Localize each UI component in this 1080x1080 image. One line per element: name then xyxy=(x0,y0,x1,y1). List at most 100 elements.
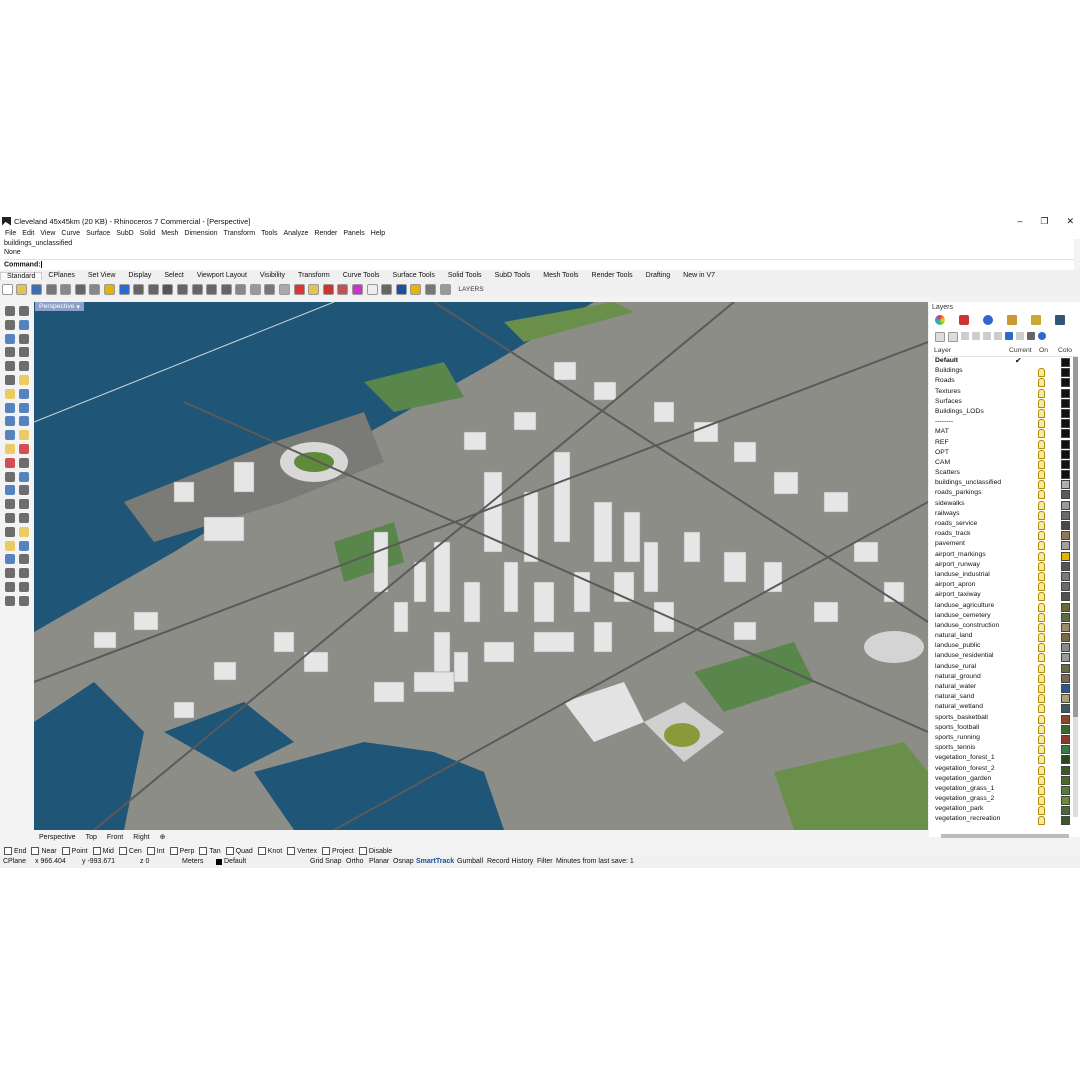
layer-color-swatch[interactable] xyxy=(1061,806,1070,816)
left-tool-icon[interactable] xyxy=(19,499,29,510)
layer-row[interactable]: OPT xyxy=(929,449,1080,459)
status-grid-snap[interactable]: Grid Snap xyxy=(310,858,342,865)
add-viewport-tab-icon[interactable]: ⊕ xyxy=(160,833,166,841)
layer-color-swatch[interactable] xyxy=(1061,449,1070,459)
osnap-int[interactable]: Int xyxy=(146,847,165,855)
layer-row[interactable]: airport_taxiway xyxy=(929,591,1080,602)
layer-row[interactable]: landuse_agriculture xyxy=(929,602,1080,612)
layer-color-swatch[interactable] xyxy=(1061,612,1070,622)
layer-on-lightbulb-icon[interactable] xyxy=(1038,378,1045,388)
layer-color-swatch[interactable] xyxy=(1061,592,1070,602)
delete-layer-icon[interactable] xyxy=(961,332,969,340)
menu-surface[interactable]: Surface xyxy=(86,230,110,237)
paste-icon[interactable] xyxy=(103,283,115,295)
layer-row[interactable]: sidewalks xyxy=(929,500,1080,510)
osnap-checkbox[interactable] xyxy=(31,847,40,855)
filter-icon[interactable] xyxy=(1005,332,1013,340)
menu-view[interactable]: View xyxy=(40,230,55,237)
layer-on-lightbulb-icon[interactable] xyxy=(1038,531,1045,541)
viewport-tab-perspective[interactable]: Perspective xyxy=(39,834,76,841)
layer-color-swatch[interactable] xyxy=(1061,775,1070,785)
osnap-knot[interactable]: Knot xyxy=(257,847,282,855)
osnap-icon[interactable] xyxy=(439,283,451,295)
menu-panels[interactable]: Panels xyxy=(343,230,364,237)
render-tab-icon[interactable] xyxy=(983,315,993,325)
viewport-tab-front[interactable]: Front xyxy=(107,834,123,841)
layer-color-swatch[interactable] xyxy=(1061,419,1070,429)
osnap-disable[interactable]: Disable xyxy=(358,847,392,855)
tab-render-tools[interactable]: Render Tools xyxy=(586,272,640,279)
layer-row[interactable]: Default ✔ xyxy=(929,356,1080,367)
layer-on-lightbulb-icon[interactable] xyxy=(1038,582,1045,592)
layer-row[interactable]: landuse_industrial xyxy=(929,571,1080,581)
layer-on-lightbulb-icon[interactable] xyxy=(1038,521,1045,530)
left-tool-icon[interactable] xyxy=(19,319,29,330)
print-icon[interactable] xyxy=(45,283,57,295)
layer-row[interactable]: roads_service xyxy=(929,520,1080,530)
perspective-viewport[interactable] xyxy=(34,302,928,830)
osnap-checkbox[interactable] xyxy=(322,847,331,855)
tab-solid-tools[interactable]: Solid Tools xyxy=(442,272,489,279)
menu-analyze[interactable]: Analyze xyxy=(283,230,308,237)
left-tool-icon[interactable] xyxy=(19,402,29,413)
left-tool-icon[interactable] xyxy=(19,582,29,592)
status-planar[interactable]: Planar xyxy=(369,858,389,865)
left-tool-icon[interactable] xyxy=(19,375,29,385)
layer-on-lightbulb-icon[interactable] xyxy=(1038,775,1045,785)
left-tool-icon[interactable] xyxy=(5,457,15,468)
layer-color-swatch[interactable] xyxy=(1061,398,1070,408)
layer-color-swatch[interactable] xyxy=(1061,694,1070,704)
menu-render[interactable]: Render xyxy=(314,230,337,237)
osnap-checkbox[interactable] xyxy=(61,847,70,855)
left-tool-icon[interactable] xyxy=(19,333,29,344)
layer-on-lightbulb-icon[interactable] xyxy=(1038,419,1045,429)
left-tool-icon[interactable] xyxy=(5,306,15,316)
layer-color-swatch[interactable] xyxy=(1061,796,1070,806)
layer-row[interactable]: airport_markings xyxy=(929,551,1080,561)
new-layer-icon[interactable] xyxy=(935,332,945,342)
left-tool-icon[interactable] xyxy=(19,361,29,372)
left-tool-icon[interactable] xyxy=(19,306,29,316)
layer-row[interactable]: vegetation_garden xyxy=(929,775,1080,785)
left-tool-icon[interactable] xyxy=(5,471,15,482)
left-tool-icon[interactable] xyxy=(5,499,15,510)
layer-row[interactable]: landuse_cemetery xyxy=(929,612,1080,622)
tab-viewport-layout[interactable]: Viewport Layout xyxy=(191,272,254,279)
layer-row[interactable]: vegetation_park xyxy=(929,805,1080,816)
menu-edit[interactable]: Edit xyxy=(22,230,34,237)
layer-color-swatch[interactable] xyxy=(1061,673,1070,683)
layer-color-swatch[interactable] xyxy=(1061,734,1070,744)
left-tool-icon[interactable] xyxy=(5,333,15,344)
osnap-mid[interactable]: Mid xyxy=(92,847,114,855)
layer-color-swatch[interactable] xyxy=(1061,765,1070,775)
rotate-icon[interactable] xyxy=(147,283,159,295)
menu-file[interactable]: File xyxy=(5,230,16,237)
pan-icon[interactable] xyxy=(133,283,145,295)
layer-row[interactable]: roads_parkings xyxy=(929,489,1080,500)
current-layer-check-icon[interactable]: ✔ xyxy=(1015,356,1022,365)
layer-on-lightbulb-icon[interactable] xyxy=(1038,724,1045,734)
status-ortho[interactable]: Ortho xyxy=(346,858,364,865)
layer-row[interactable]: railways xyxy=(929,510,1080,520)
layers-scrollbar[interactable] xyxy=(1073,357,1078,817)
layer-row[interactable]: Textures xyxy=(929,388,1080,398)
close-button[interactable]: ✕ xyxy=(1066,216,1074,227)
status-filter[interactable]: Filter xyxy=(537,858,553,865)
layer-color-swatch[interactable] xyxy=(1061,755,1070,765)
toolbar-layers-label[interactable]: LAYERS xyxy=(458,286,483,293)
render-icon[interactable] xyxy=(322,283,334,295)
status-smarttrack[interactable]: SmartTrack xyxy=(416,858,454,865)
status-cplane[interactable]: CPlane xyxy=(3,858,26,865)
layer-row[interactable]: Roads xyxy=(929,377,1080,388)
layer-on-lightbulb-icon[interactable] xyxy=(1038,643,1045,653)
tab-visibility[interactable]: Visibility xyxy=(254,272,293,279)
layer-row[interactable]: natural_water xyxy=(929,683,1080,693)
layer-row[interactable]: sports_running xyxy=(929,734,1080,744)
move-to-parent-icon[interactable] xyxy=(994,332,1002,340)
copy-icon[interactable] xyxy=(89,283,101,295)
new-icon[interactable] xyxy=(1,283,13,295)
layer-on-lightbulb-icon[interactable] xyxy=(1038,551,1045,561)
left-tool-icon[interactable] xyxy=(5,595,15,606)
layer-color-swatch[interactable] xyxy=(1061,582,1070,592)
materials-tab-icon[interactable] xyxy=(1007,315,1017,325)
